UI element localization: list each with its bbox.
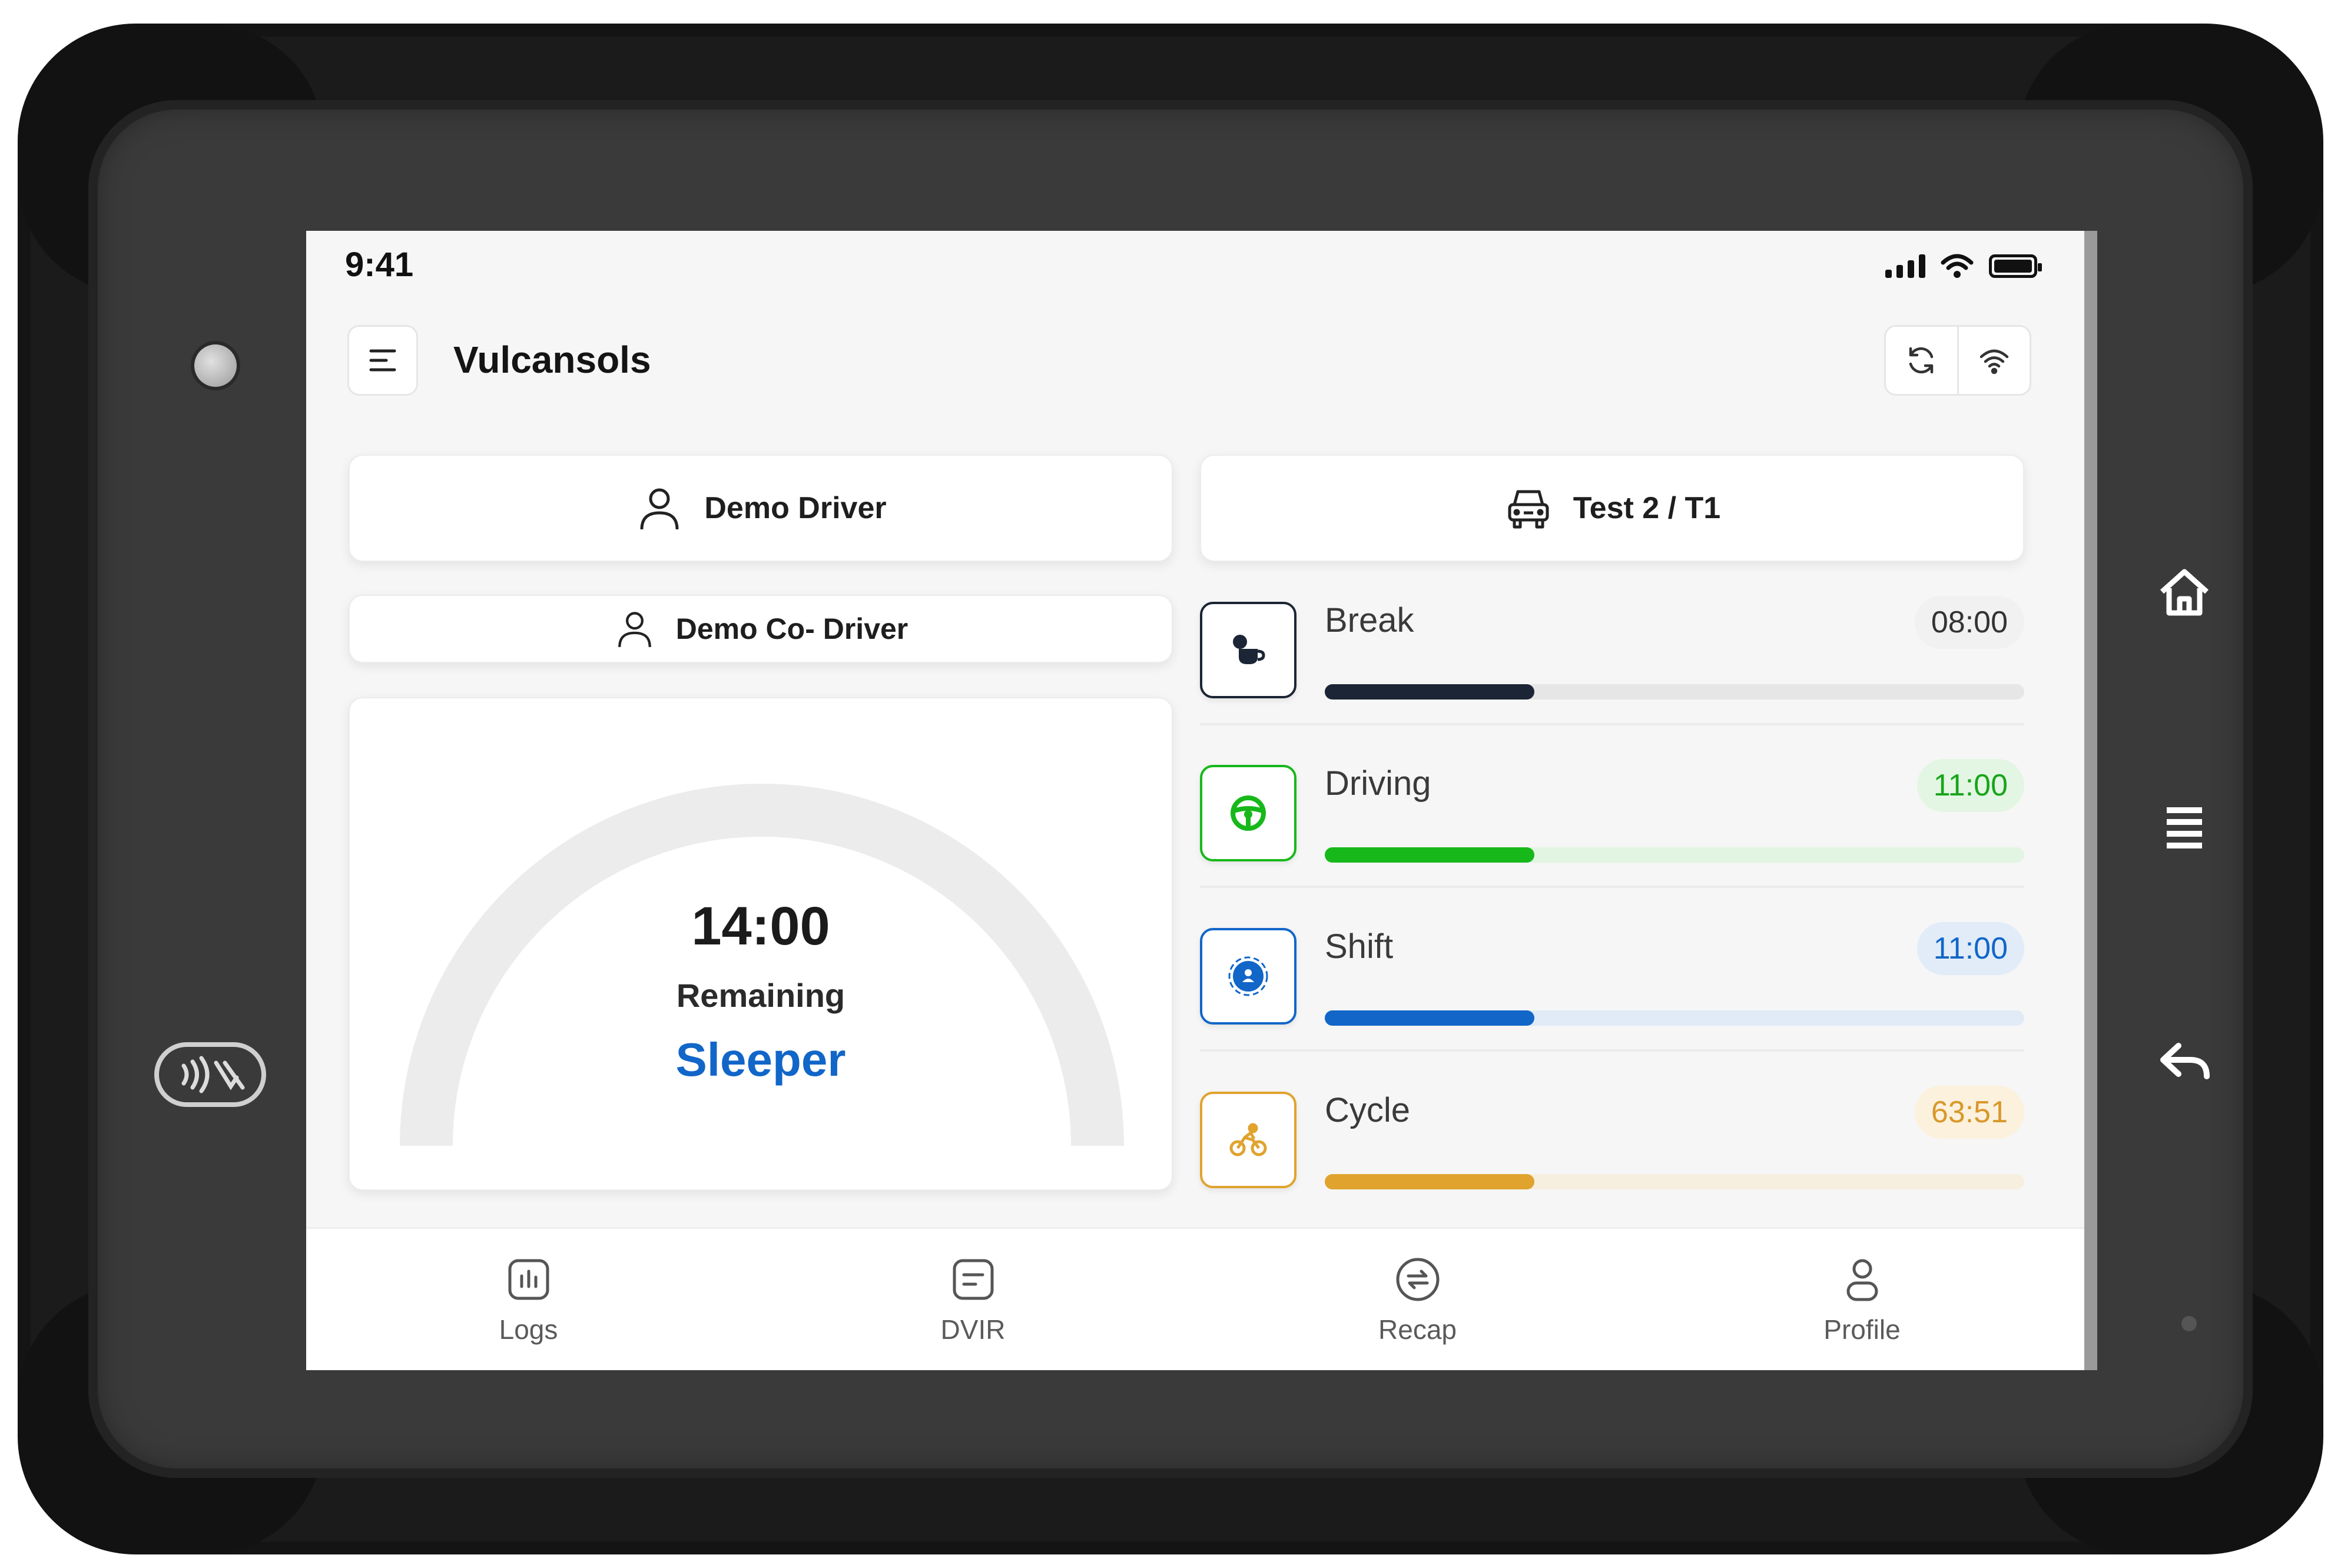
- cycle-icon-box: [1200, 1092, 1296, 1188]
- driver-selector[interactable]: Demo Driver: [349, 455, 1173, 562]
- truck-icon: [1508, 490, 1549, 529]
- steering-wheel-icon: [1231, 795, 1266, 831]
- nav-dvir-label: DVIR: [940, 1314, 1006, 1345]
- cycle-timer[interactable]: Cycle 63:51: [1200, 1086, 2024, 1215]
- vehicle-selector[interactable]: Test 2 / T1: [1200, 455, 2024, 562]
- app-bar: Vulcansols: [347, 325, 2031, 396]
- nav-profile-label: Profile: [1823, 1314, 1901, 1345]
- sync-button[interactable]: [1886, 327, 1957, 394]
- break-icon-box: [1200, 602, 1296, 698]
- cycle-icon: [1229, 1123, 1267, 1156]
- dvir-icon: [953, 1259, 993, 1300]
- cycle-label: Cycle: [1325, 1091, 1411, 1129]
- shift-value-badge: 11:00: [1916, 922, 2024, 975]
- system-icons: [1885, 253, 2042, 279]
- wifi-status-icon: [1941, 254, 1974, 278]
- cycle-progress-track: [1325, 1174, 2024, 1189]
- sync-icon: [1909, 347, 1934, 374]
- coffee-break-icon: [1233, 635, 1265, 664]
- wifi-icon: [1979, 349, 2008, 374]
- vehicle-name: Test 2 / T1: [1573, 491, 1721, 525]
- driving-label: Driving: [1325, 764, 1431, 803]
- divider: [1200, 886, 2024, 888]
- profile-icon: [1846, 1259, 1878, 1301]
- divider: [1200, 1049, 2024, 1052]
- nav-profile[interactable]: Profile: [1640, 1229, 2084, 1370]
- driving-icon-box: [1200, 765, 1296, 861]
- status-time: 9:41: [345, 246, 414, 284]
- menu-icon: [369, 349, 396, 372]
- break-progress-track: [1325, 684, 2024, 700]
- nfc-icon: [154, 1042, 266, 1107]
- nav-dvir[interactable]: DVIR: [751, 1229, 1195, 1370]
- driving-value-badge: 11:00: [1916, 759, 2024, 812]
- battery-icon: [1989, 254, 2042, 278]
- remaining-time: 14:00: [691, 896, 830, 956]
- hours-gauge-card: 14:00 Remaining Sleeper: [349, 697, 1173, 1191]
- nav-logs-label: Logs: [499, 1314, 558, 1345]
- cycle-progress-fill: [1325, 1174, 1535, 1189]
- shift-progress-track: [1325, 1010, 2024, 1026]
- logs-icon: [508, 1259, 549, 1300]
- nav-recap-label: Recap: [1378, 1314, 1457, 1345]
- break-timer[interactable]: Break 08:00: [1200, 596, 2024, 725]
- app-title: Vulcansols: [453, 339, 651, 381]
- connectivity-button[interactable]: [1957, 327, 2030, 394]
- menu-button[interactable]: [347, 325, 418, 396]
- nav-logs[interactable]: Logs: [306, 1229, 751, 1370]
- break-progress-fill: [1325, 684, 1535, 700]
- driving-timer[interactable]: Driving 11:00: [1200, 759, 2024, 889]
- remaining-label: Remaining: [676, 977, 845, 1014]
- shift-progress-fill: [1325, 1010, 1535, 1026]
- app-screen: 9:41 Vulcansols Demo Driver Test 2 / T1: [306, 231, 2097, 1370]
- hardware-back-button[interactable]: [2149, 1025, 2220, 1095]
- recap-icon: [1396, 1258, 1439, 1301]
- camera-icon: [194, 344, 237, 387]
- status-bar: 9:41: [345, 239, 2042, 286]
- divider: [1200, 723, 2024, 725]
- cycle-value-badge: 63:51: [1914, 1086, 2024, 1139]
- hardware-menu-button[interactable]: [2149, 792, 2220, 863]
- break-value-badge: 08:00: [1914, 596, 2024, 649]
- driving-progress-track: [1325, 847, 2024, 863]
- driver-name: Demo Driver: [704, 491, 887, 525]
- app-actions: [1884, 325, 2031, 396]
- break-label: Break: [1325, 601, 1414, 639]
- signal-icon: [1885, 254, 1925, 278]
- driving-progress-fill: [1325, 847, 1535, 863]
- user-icon: [640, 488, 679, 530]
- user-icon: [618, 612, 651, 647]
- shift-icon-box: [1200, 928, 1296, 1025]
- shift-clock-icon: [1228, 956, 1268, 996]
- indicator-light: [2181, 1316, 2197, 1331]
- nav-recap[interactable]: Recap: [1195, 1229, 1640, 1370]
- shift-label: Shift: [1325, 927, 1394, 966]
- bottom-navigation: Logs DVIR Recap Profile: [306, 1227, 2084, 1370]
- duty-status: Sleeper: [675, 1033, 846, 1086]
- hardware-home-button[interactable]: [2149, 556, 2220, 627]
- codriver-name: Demo Co- Driver: [675, 612, 908, 645]
- codriver-selector[interactable]: Demo Co- Driver: [349, 595, 1173, 663]
- shift-timer[interactable]: Shift 11:00: [1200, 922, 2024, 1052]
